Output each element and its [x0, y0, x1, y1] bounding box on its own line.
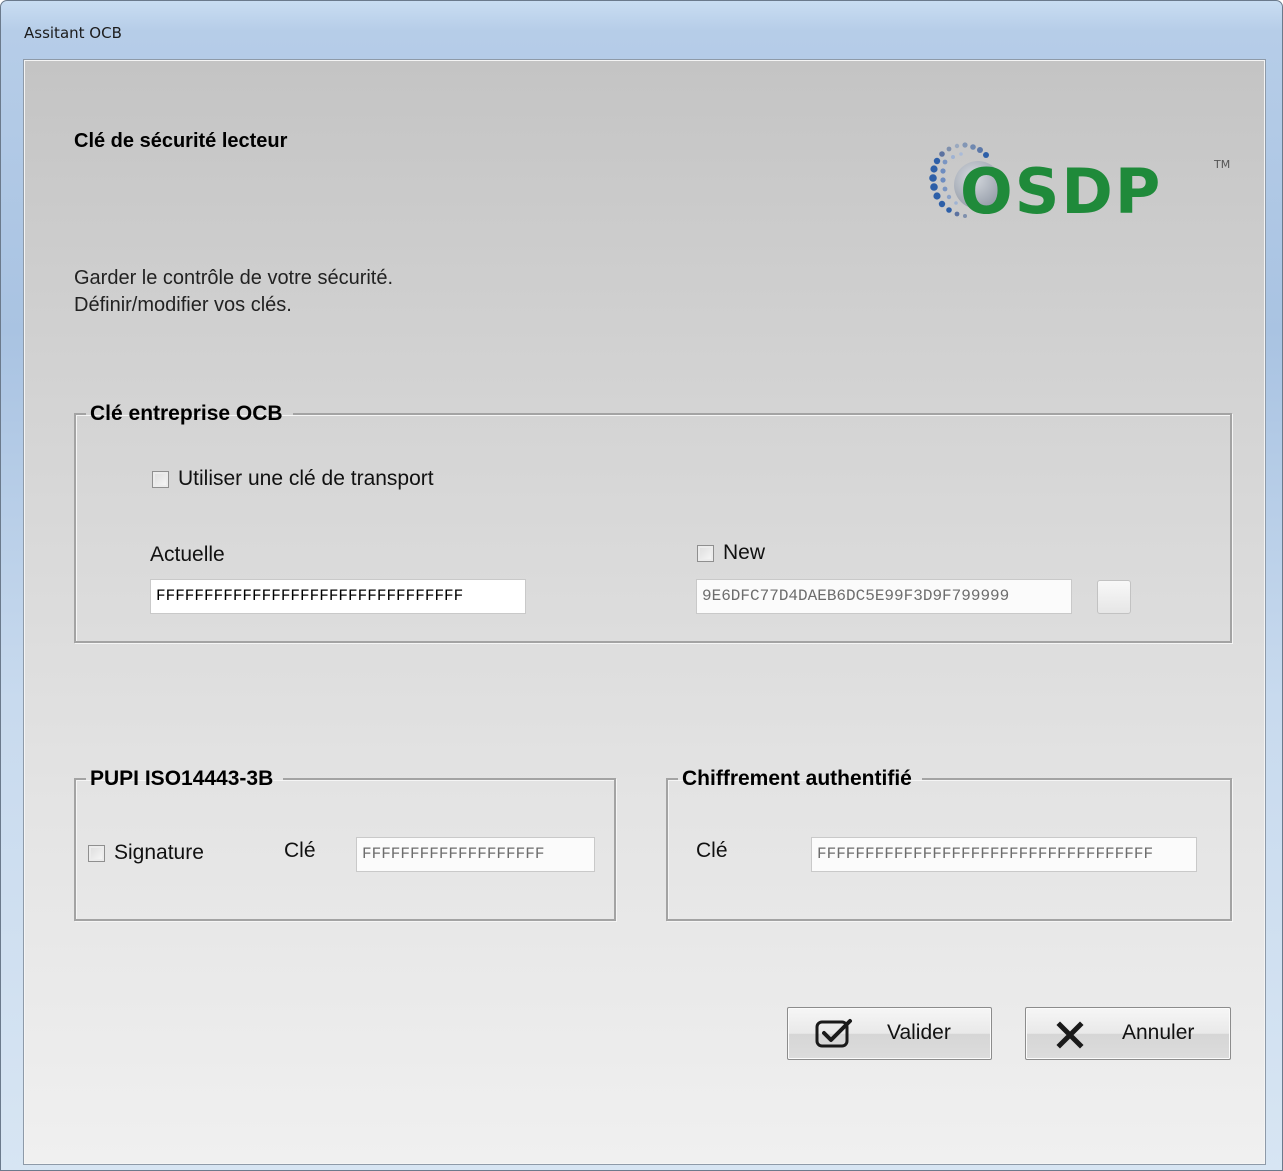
- page-title: Clé de sécurité lecteur: [74, 130, 288, 152]
- osdp-logo: OSDP TM: [912, 138, 1242, 230]
- description-line-2: Définir/modifier vos clés.: [74, 294, 292, 316]
- pupi-key-label: Clé: [284, 839, 316, 862]
- dialog-content: Clé de sécurité lecteur OSDP TM Garder l…: [23, 59, 1266, 1165]
- signature-label[interactable]: Signature: [114, 841, 204, 865]
- validate-button[interactable]: Valider: [787, 1007, 992, 1060]
- new-key-label[interactable]: New: [723, 541, 765, 565]
- authenticated-encryption-legend: Chiffrement authentifié: [682, 767, 912, 790]
- logo-trademark: TM: [1213, 158, 1230, 171]
- ocb-key-group-legend: Clé entreprise OCB: [90, 402, 283, 425]
- new-key-field[interactable]: 9E6DFC77D4DAEB6DC5E99F3D9F799999: [696, 579, 1072, 614]
- current-key-label: Actuelle: [150, 543, 225, 566]
- description-line-1: Garder le contrôle de votre sécurité.: [74, 267, 394, 289]
- check-icon: [814, 1018, 854, 1055]
- transport-key-checkbox[interactable]: [152, 471, 169, 488]
- signature-checkbox[interactable]: [88, 845, 105, 862]
- dialog-window: Assitant OCB Clé de sécurité lecteur OSD…: [0, 0, 1283, 1171]
- auth-key-label: Clé: [696, 839, 728, 862]
- window-title: Assitant OCB: [24, 24, 122, 42]
- current-key-field[interactable]: FFFFFFFFFFFFFFFFFFFFFFFFFFFFFFFF: [150, 579, 526, 614]
- pupi-group-legend: PUPI ISO14443-3B: [90, 767, 274, 790]
- cancel-button[interactable]: Annuler: [1025, 1007, 1231, 1060]
- title-bar[interactable]: Assitant OCB: [1, 1, 1282, 59]
- generate-key-button[interactable]: [1097, 580, 1131, 614]
- description: Garder le contrôle de votre sécurité. Dé…: [74, 265, 393, 319]
- osdp-logo-graphic: OSDP TM: [929, 142, 1230, 228]
- transport-key-label[interactable]: Utiliser une clé de transport: [178, 467, 434, 491]
- validate-button-label: Valider: [887, 1021, 951, 1044]
- cancel-button-label: Annuler: [1122, 1021, 1195, 1044]
- auth-key-field[interactable]: FFFFFFFFFFFFFFFFFFFFFFFFFFFFFFFFFFF: [811, 837, 1197, 872]
- logo-wordmark: OSDP: [960, 155, 1162, 228]
- pupi-key-field[interactable]: FFFFFFFFFFFFFFFFFFF: [356, 837, 595, 872]
- new-key-checkbox[interactable]: [697, 545, 714, 562]
- close-icon: [1056, 1021, 1084, 1054]
